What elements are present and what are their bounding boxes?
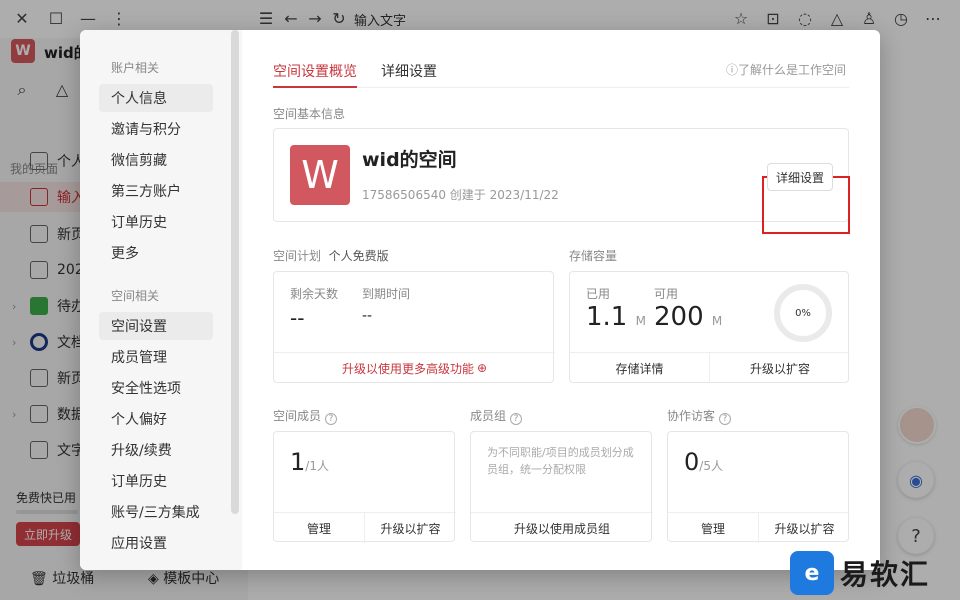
upgrade-features-label: 升级以使用更多高级功能 bbox=[341, 361, 474, 376]
workspace-card-logo: W bbox=[290, 145, 350, 205]
question-icon[interactable]: ? bbox=[719, 413, 732, 425]
storage-available-label: 可用 bbox=[654, 287, 679, 301]
nav-item-order-history[interactable]: 订单历史 bbox=[99, 208, 213, 236]
workspace-card-meta: 17586506540 创建于 2023/11/22 bbox=[362, 188, 559, 202]
watermark: e 易软汇 bbox=[790, 548, 930, 598]
groups-description: 为不同职能/项目的成员划分成员组，统一分配权限 bbox=[487, 446, 634, 476]
guests-card: 0/5人 管理 升级以扩容 bbox=[667, 431, 850, 543]
basic-info-label: 空间基本信息 bbox=[273, 107, 346, 121]
tab-detail[interactable]: 详细设置 bbox=[381, 61, 437, 81]
question-icon: ⓘ bbox=[726, 63, 739, 77]
remaining-days-label: 剩余天数 bbox=[290, 287, 339, 301]
nav-group-account: 账户相关 bbox=[111, 61, 160, 75]
guests-manage-button[interactable]: 管理 bbox=[668, 513, 758, 543]
storage-used-label: 已用 bbox=[586, 287, 611, 301]
watermark-logo-icon: e bbox=[790, 551, 834, 595]
arrow-up-circle-icon: ⊕ bbox=[476, 361, 488, 375]
members-count-value: 1 bbox=[290, 448, 306, 476]
nav-item-space-settings[interactable]: 空间设置 bbox=[99, 312, 213, 340]
guests-limit: /5人 bbox=[699, 459, 723, 473]
nav-item-integrations[interactable]: 账号/三方集成 bbox=[99, 498, 213, 526]
members-count: 1/1人 bbox=[290, 448, 329, 476]
tabs-divider bbox=[273, 87, 849, 88]
groups-label: 成员组? bbox=[470, 407, 523, 425]
nav-item-wechat-clip[interactable]: 微信剪藏 bbox=[99, 146, 213, 174]
question-icon[interactable]: ? bbox=[510, 413, 523, 425]
tab-overview[interactable]: 空间设置概览 bbox=[273, 61, 357, 81]
members-manage-button[interactable]: 管理 bbox=[274, 513, 364, 543]
upgrade-features-button[interactable]: 升级以使用更多高级功能 ⊕ bbox=[274, 353, 555, 383]
expire-date-label: 到期时间 bbox=[362, 287, 411, 301]
expire-date-value: -- bbox=[362, 308, 373, 324]
nav-item-third-party[interactable]: 第三方账户 bbox=[99, 177, 213, 205]
storage-expand-button[interactable]: 升级以扩容 bbox=[710, 353, 850, 383]
nav-item-upgrade[interactable]: 升级/续费 bbox=[99, 436, 213, 464]
settings-nav: 账户相关 个人信息 邀请与积分 微信剪藏 第三方账户 订单历史 更多 空间相关 … bbox=[80, 30, 242, 570]
storage-available-unit: M bbox=[711, 314, 723, 328]
storage-used-value: 1.1 bbox=[586, 302, 628, 332]
storage-label: 存储容量 bbox=[569, 249, 618, 263]
plan-name: 个人免费版 bbox=[328, 249, 389, 263]
members-expand-button[interactable]: 升级以扩容 bbox=[365, 513, 456, 543]
workspace-card-name: wid的空间 bbox=[362, 149, 457, 171]
plan-label-text: 空间计划 bbox=[273, 249, 322, 263]
help-link[interactable]: ⓘ了解什么是工作空间 bbox=[726, 61, 846, 78]
settings-modal: 账户相关 个人信息 邀请与积分 微信剪藏 第三方账户 订单历史 更多 空间相关 … bbox=[80, 30, 880, 570]
storage-details-button[interactable]: 存储详情 bbox=[570, 353, 709, 383]
tab-active-indicator bbox=[273, 86, 357, 88]
storage-percent: 0% bbox=[795, 307, 811, 319]
settings-content: 空间设置概览 详细设置 ⓘ了解什么是工作空间 空间基本信息 W wid的空间 1… bbox=[242, 30, 880, 570]
nav-item-security[interactable]: 安全性选项 bbox=[99, 374, 213, 402]
storage-used-unit: M bbox=[635, 314, 646, 328]
guests-count: 0/5人 bbox=[684, 448, 723, 476]
nav-item-invite[interactable]: 邀请与积分 bbox=[99, 115, 213, 143]
storage-used: 1.1 M bbox=[586, 302, 646, 332]
detail-settings-button[interactable]: 详细设置 bbox=[767, 163, 833, 191]
members-label: 空间成员? bbox=[273, 407, 338, 425]
nav-item-more[interactable]: 更多 bbox=[99, 239, 213, 267]
plan-card: 剩余天数 -- 到期时间 -- 升级以使用更多高级功能 ⊕ bbox=[273, 271, 555, 383]
plan-label: 空间计划 个人免费版 bbox=[273, 247, 389, 264]
storage-card: 已用 1.1 M 可用 200 M 0% 存储详情 升级以扩容 bbox=[569, 271, 850, 383]
storage-available: 200 M bbox=[654, 302, 722, 332]
storage-usage-ring: 0% bbox=[774, 284, 832, 342]
nav-item-members[interactable]: 成员管理 bbox=[99, 343, 213, 371]
nav-item-personal-info[interactable]: 个人信息 bbox=[99, 84, 213, 112]
question-icon[interactable]: ? bbox=[325, 413, 338, 425]
help-link-label: 了解什么是工作空间 bbox=[738, 63, 847, 77]
groups-card: 为不同职能/项目的成员划分成员组，统一分配权限 升级以使用成员组 bbox=[470, 431, 653, 543]
nav-group-space: 空间相关 bbox=[111, 289, 160, 303]
nav-item-app-settings[interactable]: 应用设置 bbox=[99, 529, 213, 557]
groups-label-text: 成员组 bbox=[470, 409, 507, 423]
nav-item-preferences[interactable]: 个人偏好 bbox=[99, 405, 213, 433]
storage-available-value: 200 bbox=[654, 302, 704, 332]
nav-scrollbar[interactable] bbox=[231, 30, 239, 514]
watermark-text: 易软汇 bbox=[840, 558, 931, 591]
nav-item-space-orders[interactable]: 订单历史 bbox=[99, 467, 213, 495]
remaining-days-value: -- bbox=[290, 306, 305, 330]
guests-label: 协作访客? bbox=[667, 407, 732, 425]
guests-label-text: 协作访客 bbox=[667, 409, 716, 423]
guests-count-value: 0 bbox=[684, 448, 700, 476]
groups-upgrade-button[interactable]: 升级以使用成员组 bbox=[471, 513, 653, 543]
members-label-text: 空间成员 bbox=[273, 409, 322, 423]
guests-expand-button[interactable]: 升级以扩容 bbox=[759, 513, 850, 543]
members-card: 1/1人 管理 升级以扩容 bbox=[273, 431, 456, 543]
members-limit: /1人 bbox=[305, 459, 329, 473]
